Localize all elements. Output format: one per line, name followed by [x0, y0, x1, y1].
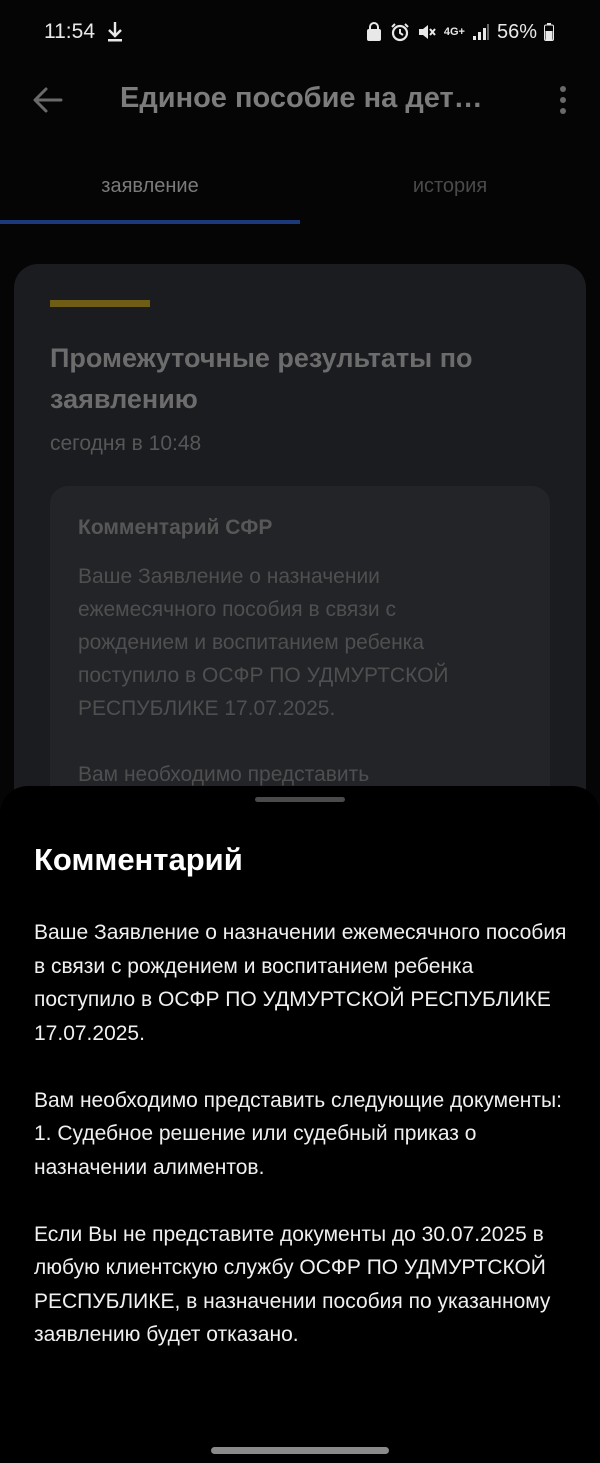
network-type: 4G+	[443, 25, 465, 38]
status-card: Промежуточные результаты по заявлению се…	[14, 264, 586, 886]
alarm-icon	[391, 23, 409, 42]
tab-bar: заявление история	[0, 160, 600, 226]
card-date: сегодня в 10:48	[50, 432, 202, 455]
comment-preview: Ваше Заявление о назначении ежемесячного…	[78, 565, 449, 786]
status-bar: 11:54 4G+ 56%	[0, 0, 600, 64]
page-title: Единое пособие на дет…	[120, 82, 483, 114]
status-icons: 4G+ 56%	[365, 20, 554, 44]
more-vertical-icon[interactable]	[554, 82, 572, 118]
screen: 11:54 4G+ 56% Единое пособие на дет… зая…	[0, 0, 600, 1463]
comment-bottom-sheet: Комментарий Ваше Заявление о назначении …	[0, 786, 600, 1463]
battery-level: 56%	[496, 20, 537, 43]
card-accent-line	[50, 300, 150, 307]
sheet-drag-handle[interactable]	[255, 797, 345, 802]
battery-icon	[544, 23, 554, 41]
comment-header: Комментарий СФР	[78, 516, 273, 539]
tab-application[interactable]: заявление	[0, 160, 300, 220]
tab-history[interactable]: история	[300, 160, 600, 220]
gesture-nav-bar[interactable]	[211, 1447, 389, 1454]
signal-icon	[472, 24, 489, 40]
status-time: 11:54	[44, 20, 95, 43]
sheet-comment-text: Ваше Заявление о назначении ежемесячного…	[34, 921, 567, 1346]
tab-indicator	[0, 220, 300, 224]
sheet-title: Комментарий	[34, 842, 243, 877]
mute-icon	[418, 25, 436, 39]
back-arrow-icon[interactable]	[30, 82, 66, 118]
card-title: Промежуточные результаты по заявлению	[50, 343, 473, 414]
download-icon	[108, 22, 122, 42]
lock-sync-icon	[366, 22, 381, 41]
app-bar: Единое пособие на дет…	[0, 64, 600, 144]
